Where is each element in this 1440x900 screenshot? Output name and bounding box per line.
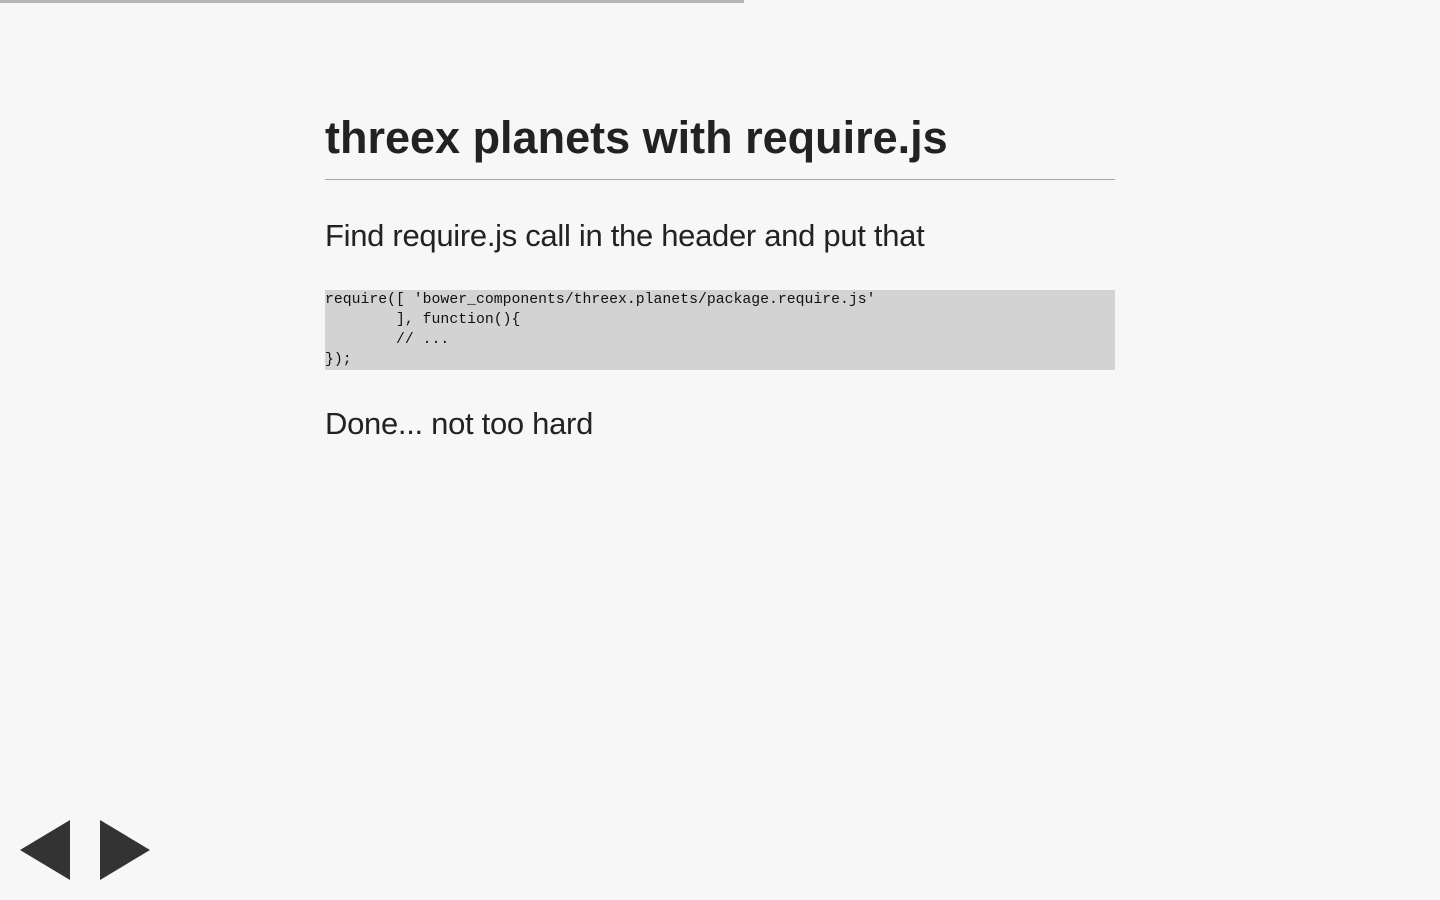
- slide-paragraph-conclusion: Done... not too hard: [325, 406, 594, 441]
- slide-title: threex planets with require.js: [325, 110, 1115, 180]
- triangle-left-icon: [20, 820, 70, 880]
- prev-slide-button[interactable]: [20, 820, 70, 880]
- slide-paragraph-instructions: Find require.js call in the header and p…: [325, 218, 925, 253]
- progress-bar: [0, 0, 1440, 3]
- code-block: require([ 'bower_components/threex.plane…: [325, 290, 1115, 370]
- triangle-right-icon: [100, 820, 150, 880]
- slide: threex planets with require.js Find requ…: [325, 110, 1115, 444]
- code-line: });: [325, 352, 352, 368]
- next-slide-button[interactable]: [100, 820, 150, 880]
- code-line: // ...: [325, 332, 450, 348]
- code-line: require([ 'bower_components/threex.plane…: [325, 292, 876, 308]
- progress-fill: [0, 0, 745, 3]
- code-line: ], function(){: [325, 312, 521, 328]
